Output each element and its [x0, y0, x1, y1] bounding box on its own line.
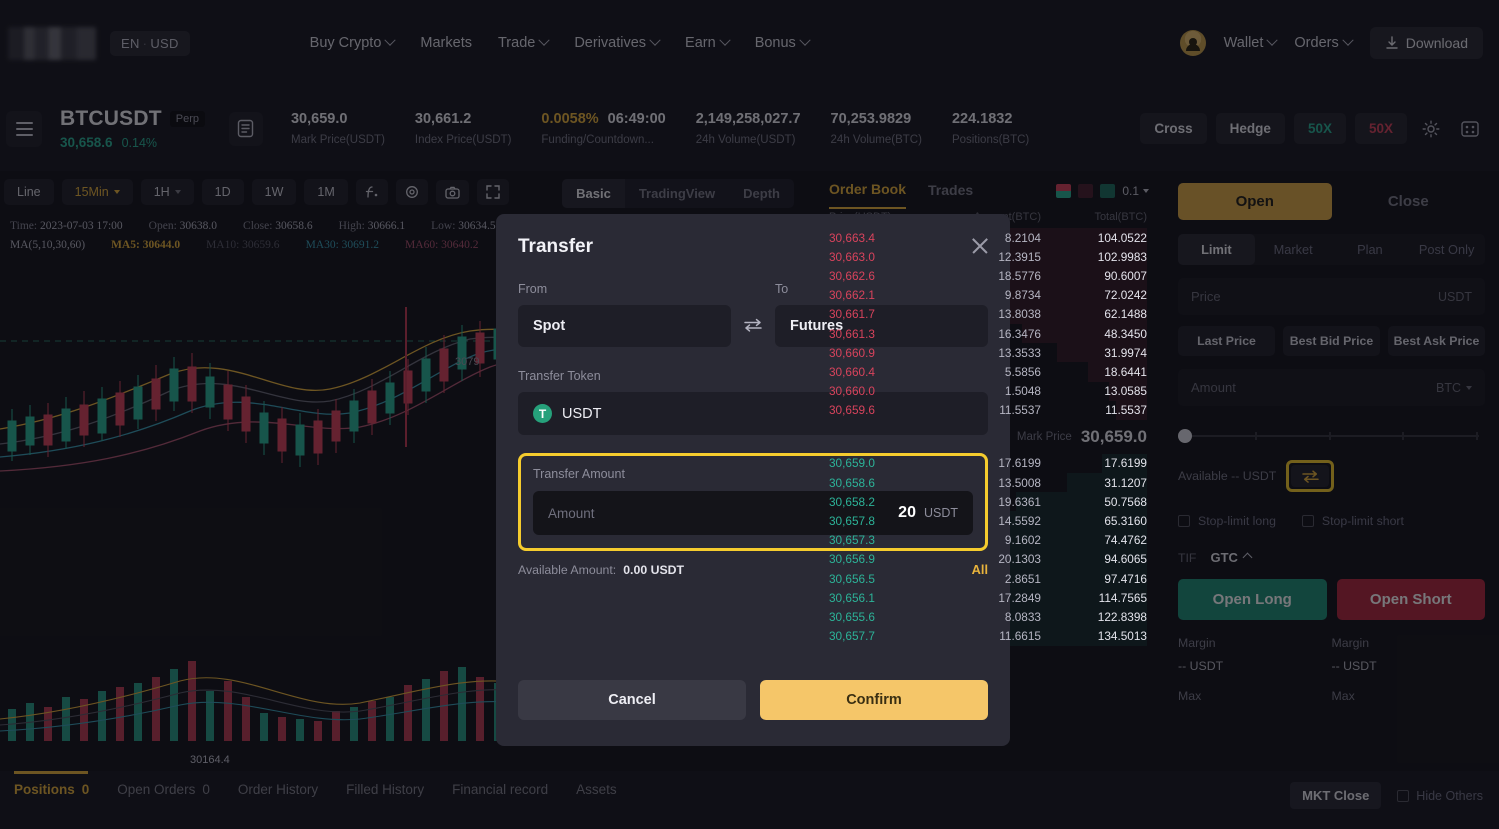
row-amount: 13.8038 [998, 307, 1041, 322]
row-total: 50.7568 [1104, 494, 1147, 509]
row-total: 18.6441 [1104, 364, 1147, 379]
row-amount: 17.2849 [998, 590, 1041, 605]
row-total: 134.5013 [1097, 629, 1147, 644]
row-total: 31.9974 [1104, 345, 1147, 360]
row-price: 30,656.5 [829, 571, 875, 586]
order-book-row[interactable]: 30,660.9 13.3533 31.9974 [815, 343, 1161, 363]
row-total: 31.1207 [1104, 475, 1147, 490]
row-amount: 18.5776 [998, 268, 1041, 283]
usdt-token-icon: T [533, 404, 552, 423]
order-book-row[interactable]: 30,659.0 17.6199 17.6199 [815, 453, 1161, 474]
row-price: 30,655.6 [829, 609, 875, 624]
row-price: 30,657.8 [829, 514, 875, 529]
row-price: 30,660.9 [829, 345, 875, 360]
swap-direction-button[interactable] [731, 318, 775, 347]
row-amount: 19.6361 [998, 494, 1041, 509]
row-price: 30,661.3 [829, 326, 875, 341]
cancel-button[interactable]: Cancel [518, 680, 746, 720]
row-total: 114.7565 [1098, 590, 1147, 605]
row-price: 30,661.7 [829, 307, 875, 322]
order-book-row[interactable]: 30,657.8 14.5592 65.3160 [815, 511, 1161, 531]
row-total: 104.0522 [1097, 230, 1147, 245]
row-total: 94.6065 [1104, 552, 1147, 567]
order-book-row[interactable]: 30,656.5 2.8651 97.4716 [815, 569, 1161, 589]
row-total: 11.5537 [1105, 403, 1147, 418]
row-price: 30,657.7 [829, 629, 875, 644]
order-book-row[interactable]: 30,659.6 11.5537 11.5537 [815, 400, 1161, 420]
row-total: 17.6199 [1104, 456, 1147, 471]
row-price: 30,660.0 [829, 384, 875, 399]
row-amount: 8.0833 [1004, 609, 1041, 624]
row-amount: 20.1303 [998, 552, 1041, 567]
order-book-row[interactable]: 30,656.1 17.2849 114.7565 [815, 588, 1161, 608]
order-book-row[interactable]: 30,660.0 1.5048 13.0585 [815, 381, 1161, 401]
modal-action-buttons: Cancel Confirm [518, 680, 988, 720]
row-price: 30,656.9 [829, 552, 875, 567]
swap-arrows-icon [744, 318, 762, 332]
order-book-row[interactable]: 30,663.0 12.3915 102.9983 [815, 247, 1161, 267]
row-total: 102.9983 [1097, 249, 1147, 264]
row-price: 30,659.0 [829, 456, 875, 471]
from-column: From Spot [518, 282, 731, 347]
row-amount: 9.1602 [1004, 533, 1041, 548]
row-amount: 11.5537 [999, 403, 1041, 418]
row-total: 13.0585 [1104, 384, 1147, 399]
row-total: 97.4716 [1104, 571, 1147, 586]
row-price: 30,662.6 [829, 268, 875, 283]
row-total: 48.3450 [1104, 326, 1147, 341]
row-total: 90.6007 [1104, 268, 1147, 283]
row-price: 30,658.6 [829, 475, 875, 490]
row-amount: 1.5048 [1004, 384, 1041, 399]
row-total: 122.8398 [1097, 609, 1147, 624]
order-book-row[interactable]: 30,656.9 20.1303 94.6065 [815, 549, 1161, 569]
row-amount: 14.5592 [998, 514, 1041, 529]
available-amount-label: Available Amount: [518, 562, 617, 577]
order-book-row[interactable]: 30,657.7 11.6615 134.5013 [801, 626, 1161, 646]
order-book-row[interactable]: 30,663.4 8.2104 104.0522 [815, 228, 1161, 248]
row-price: 30,658.2 [829, 494, 875, 509]
token-name: USDT [562, 405, 602, 422]
row-amount: 13.5008 [998, 475, 1041, 490]
order-book-row[interactable]: 30,657.3 9.1602 74.4762 [815, 530, 1161, 550]
row-amount: 16.3476 [998, 326, 1041, 341]
row-price: 30,662.1 [829, 288, 875, 303]
row-amount: 12.3915 [998, 249, 1041, 264]
from-account-select[interactable]: Spot [518, 305, 731, 347]
row-total: 72.0242 [1104, 288, 1147, 303]
from-label: From [518, 282, 548, 296]
row-amount: 5.5856 [1004, 364, 1041, 379]
order-book-row[interactable]: 30,661.7 13.8038 62.1488 [815, 304, 1161, 324]
order-book-row[interactable]: 30,660.4 5.5856 18.6441 [815, 362, 1161, 382]
row-price: 30,657.3 [829, 533, 875, 548]
row-price: 30,660.4 [829, 364, 875, 379]
confirm-button[interactable]: Confirm [760, 680, 988, 720]
row-price: 30,663.4 [829, 230, 875, 245]
order-book-row[interactable]: 30,658.2 19.6361 50.7568 [815, 492, 1161, 512]
row-total: 62.1488 [1104, 307, 1147, 322]
row-amount: 13.3533 [998, 345, 1041, 360]
row-price: 30,659.6 [829, 403, 875, 418]
row-total: 65.3160 [1104, 514, 1147, 529]
row-amount: 9.8734 [1004, 288, 1041, 303]
order-book-row[interactable]: 30,661.3 16.3476 48.3450 [815, 323, 1161, 344]
row-amount: 2.8651 [1004, 571, 1041, 586]
order-book-row[interactable]: 30,662.6 18.5776 90.6007 [815, 266, 1161, 286]
row-price: 30,663.0 [829, 249, 875, 264]
row-amount: 11.6615 [999, 629, 1041, 644]
row-amount: 8.2104 [1004, 230, 1041, 245]
available-amount-value: 0.00 USDT [623, 562, 685, 577]
order-book-row[interactable]: 30,658.6 13.5008 31.1207 [815, 473, 1161, 493]
row-total: 74.4762 [1104, 533, 1147, 548]
row-price: 30,656.1 [829, 590, 875, 605]
order-book-row[interactable]: 30,655.6 8.0833 122.8398 [815, 607, 1161, 627]
row-amount: 17.6199 [998, 456, 1041, 471]
order-book-row[interactable]: 30,662.1 9.8734 72.0242 [815, 285, 1161, 305]
